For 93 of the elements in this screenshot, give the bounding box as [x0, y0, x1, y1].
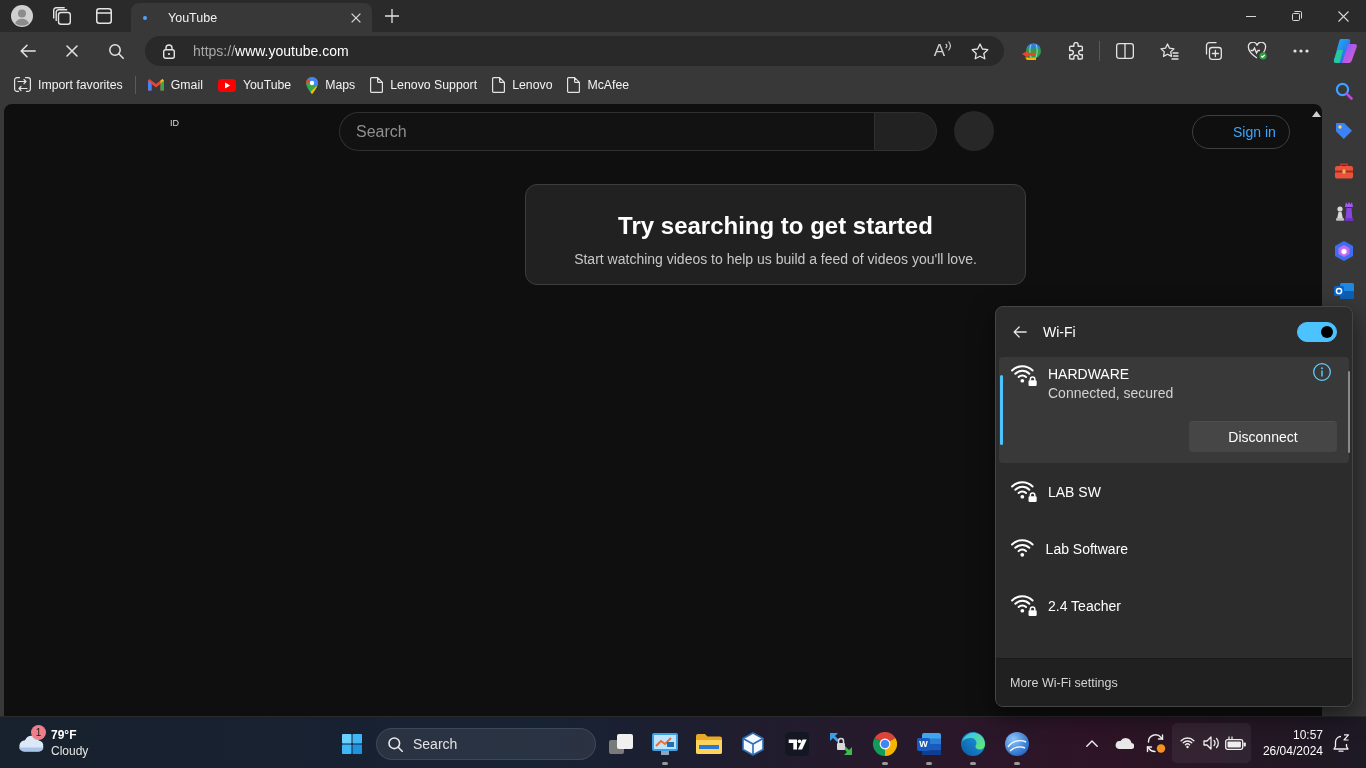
bell-icon[interactable]	[1332, 734, 1350, 752]
search-icon[interactable]	[1335, 82, 1353, 100]
chess-pieces-icon[interactable]	[1334, 201, 1354, 221]
folder-icon[interactable]	[696, 734, 722, 754]
dot-icon	[143, 15, 147, 20]
plus-icon[interactable]	[385, 9, 399, 23]
orb-icon[interactable]	[1005, 732, 1029, 756]
network-name: Lab Software	[1045, 539, 1129, 558]
clock-time[interactable]: 10:57	[1292, 727, 1323, 743]
split-panel-icon[interactable]	[1116, 43, 1134, 59]
network-item[interactable]: 2.4 Teacher	[999, 577, 1349, 634]
overlapping-squares-icon[interactable]	[609, 734, 633, 754]
back-icon[interactable]	[20, 44, 36, 58]
back-icon[interactable]	[1013, 326, 1027, 338]
prompt-title: Try searching to get started	[618, 212, 933, 240]
cloud-icon[interactable]	[18, 734, 44, 752]
bookmark-item[interactable]: Maps	[300, 72, 362, 98]
network-name: LAB SW	[1048, 482, 1101, 501]
network-item[interactable]: LAB SW	[999, 463, 1349, 520]
bookmark-item[interactable]: YouTube	[211, 72, 298, 98]
read-aloud-button[interactable]: A	[929, 38, 956, 64]
wifi-icon	[1179, 737, 1195, 749]
sound-waves-icon	[945, 41, 952, 51]
disconnect-button[interactable]: Disconnect	[1189, 421, 1337, 452]
hexagon-logo-icon[interactable]	[1335, 241, 1353, 261]
search-field[interactable]: Search	[339, 112, 874, 151]
cube-icon[interactable]	[742, 732, 764, 756]
sync-icon[interactable]	[1146, 733, 1166, 753]
scrollbar-thumb[interactable]	[1348, 371, 1350, 453]
quick-settings-button[interactable]	[1172, 723, 1251, 763]
ribbon-logo-icon[interactable]	[1333, 39, 1357, 63]
document-icon	[567, 77, 581, 93]
bookmark-item[interactable]: Import favorites	[8, 72, 129, 98]
chevron-up-icon[interactable]	[1086, 739, 1098, 747]
map-pin-icon	[306, 76, 319, 94]
temperature-text[interactable]: 79°F	[51, 727, 89, 743]
chart-window-icon[interactable]	[652, 733, 678, 755]
battery-icon	[1224, 736, 1246, 750]
document-icon	[370, 77, 384, 93]
heart-pulse-icon[interactable]	[1247, 42, 1267, 60]
chrome-icon[interactable]	[873, 732, 897, 756]
bookmark-item[interactable]: Lenovo Support	[364, 72, 484, 98]
address-bar[interactable]: https://www.youtube.com A	[145, 36, 1004, 66]
browser-tab[interactable]: YouTube	[131, 3, 372, 32]
network-item[interactable]: Lab Software	[999, 520, 1349, 577]
prompt-text: Start watching videos to help us build a feed of videos you'll love.	[574, 250, 977, 268]
lock-icon[interactable]	[163, 43, 175, 59]
bookmark-item[interactable]: McAfee	[561, 72, 636, 98]
document-icon	[492, 77, 506, 93]
star-icon[interactable]	[971, 42, 989, 60]
speaker-icon	[1202, 736, 1220, 750]
network-name: 2.4 Teacher	[1048, 596, 1121, 615]
start-icon[interactable]	[342, 734, 362, 754]
edge-icon[interactable]	[961, 732, 985, 756]
mail-tile-icon[interactable]	[1334, 282, 1354, 300]
square-plus-icon[interactable]	[1204, 42, 1222, 60]
puzzle-icon[interactable]	[1068, 42, 1084, 60]
bookmark-item[interactable]: Lenovo	[486, 72, 559, 98]
restore-icon[interactable]	[1292, 11, 1302, 21]
mail-icon	[147, 79, 164, 91]
search-icon[interactable]	[108, 43, 124, 59]
globe-arrow-icon[interactable]	[1022, 42, 1042, 60]
close-icon[interactable]	[351, 12, 361, 23]
tile-logo-icon[interactable]	[785, 732, 809, 756]
arrows-frame-icon	[14, 77, 31, 93]
panel-title: Wi-Fi	[1043, 324, 1076, 340]
notification-badge: 1	[31, 725, 46, 740]
corner-label: ID	[170, 118, 180, 128]
url-text[interactable]: https://www.youtube.com	[193, 43, 930, 59]
toolbox-icon[interactable]	[1334, 163, 1354, 179]
clock-date[interactable]: 26/04/2024	[1262, 743, 1323, 759]
avatar-icon[interactable]	[11, 5, 33, 27]
play-button-icon	[217, 78, 236, 92]
stacked-squares-icon[interactable]	[53, 7, 71, 25]
network-status: Connected, secured	[1048, 384, 1174, 403]
bookmark-item[interactable]: Gmail	[141, 72, 209, 98]
cross-icon[interactable]	[66, 45, 78, 57]
tag-icon[interactable]	[1335, 122, 1353, 140]
scroll-up-icon[interactable]	[1311, 111, 1321, 117]
search-icon	[388, 737, 403, 752]
cloud-icon[interactable]	[1114, 737, 1134, 749]
wifi-toggle[interactable]	[1297, 322, 1337, 342]
window-icon[interactable]	[96, 8, 112, 24]
network-name: HARDWARE	[1048, 365, 1131, 383]
settings-link[interactable]: More Wi-Fi settings	[1010, 675, 1118, 690]
network-item[interactable]: HARDWARE Connected, secured Disconnect	[999, 357, 1349, 463]
info-icon[interactable]	[1313, 363, 1331, 381]
close-icon[interactable]	[1337, 10, 1349, 22]
weather-text[interactable]: Cloudy	[51, 743, 89, 759]
minimize-icon[interactable]	[1246, 15, 1256, 17]
more-icon[interactable]	[1293, 49, 1309, 53]
star-list-icon[interactable]	[1159, 42, 1179, 60]
lock-arrows-icon[interactable]	[829, 732, 853, 756]
